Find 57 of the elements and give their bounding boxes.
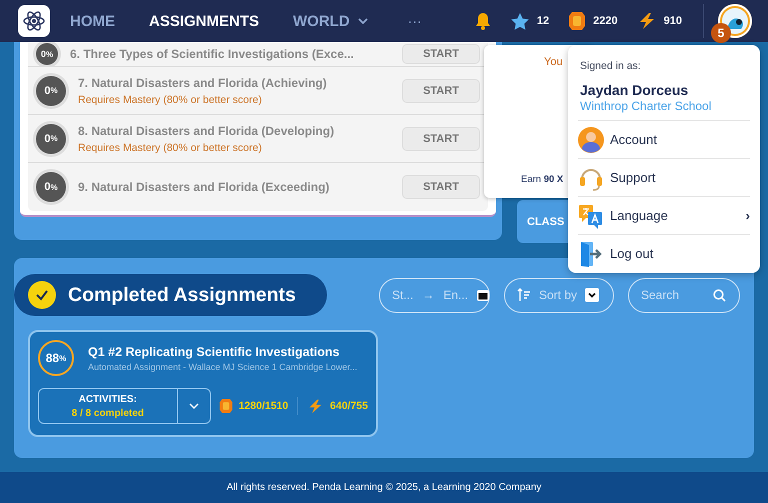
start-button[interactable]: START — [402, 126, 480, 150]
more-menu[interactable]: ··· — [408, 13, 422, 29]
menu-item[interactable]: Log out — [578, 235, 750, 272]
notification-bell-icon[interactable] — [474, 12, 491, 30]
school-name: Winthrop Charter School — [580, 99, 712, 113]
activities-count: 8 / 8 completed — [72, 408, 144, 418]
star-icon — [510, 12, 530, 30]
score-circle: 0% — [36, 43, 58, 65]
assignment-title: 6. Three Types of Scientific Investigations (Exce... — [70, 47, 355, 61]
mastery-note: Requires Mastery (80% or better score) — [78, 94, 263, 106]
popover-text: You — [544, 56, 563, 68]
chevron-down-icon — [188, 403, 199, 409]
stat-value: 2220 — [593, 15, 618, 27]
sort-icon — [517, 288, 531, 302]
nav-tab[interactable]: WORLD — [293, 12, 368, 30]
person-icon — [578, 126, 604, 152]
assignment-title: Q1 #2 Replicating Scientific Investigations — [88, 344, 340, 358]
menu-item[interactable]: Language › — [578, 197, 750, 235]
score-ring: 88% — [38, 340, 74, 376]
mastery-note: Requires Mastery (80% or better score) — [78, 142, 263, 154]
search-field[interactable]: Search — [628, 278, 740, 312]
earn-text: Earn 90 X — [521, 174, 564, 185]
notification-count-badge: 5 — [711, 23, 731, 43]
coin-icon — [568, 11, 586, 31]
caret-icon — [358, 18, 368, 24]
assignment-title: 7. Natural Disasters and Florida (Achieving) — [78, 76, 328, 90]
score-circle: 0% — [36, 76, 66, 106]
coin-icon — [218, 397, 233, 415]
translate-icon — [578, 202, 604, 228]
stat-value: 12 — [536, 15, 550, 27]
score-circle: 0% — [36, 172, 66, 202]
user-name: Jaydan Dorceus — [580, 82, 690, 98]
assignment-subtitle: Automated Assignment - Wallace MJ Science 1 Cambridge Lower... — [88, 362, 358, 372]
calendar-icon — [477, 289, 490, 301]
copyright-text: All rights reserved. Penda Learning © 2025, a Learning 2020 Company — [226, 482, 542, 493]
start-button[interactable]: START — [402, 78, 480, 102]
nav-tab[interactable]: HOME — [70, 12, 115, 30]
atom-logo-icon[interactable] — [18, 5, 50, 37]
section-title: Completed Assignments — [68, 284, 296, 306]
xp-earned: 640/755 — [330, 400, 368, 412]
activities-label: ACTIVITIES: — [78, 394, 137, 404]
coins-earned: 1280/1510 — [238, 400, 288, 412]
nav-tab[interactable]: ASSIGNMENTS — [149, 12, 260, 30]
logout-icon — [578, 240, 604, 266]
submenu-arrow: › — [746, 208, 750, 223]
chevron-down-icon — [585, 288, 600, 302]
start-button[interactable]: START — [402, 175, 480, 199]
check-icon — [28, 281, 56, 309]
stat-value: 910 — [664, 15, 682, 27]
search-icon — [713, 288, 726, 302]
assignment-title: 8. Natural Disasters and Florida (Developing) — [78, 124, 336, 138]
score-circle: 0% — [36, 124, 66, 154]
assignment-title: 9. Natural Disasters and Florida (Exceeding) — [78, 180, 330, 194]
menu-item[interactable]: Support — [578, 159, 750, 197]
menu-item[interactable]: Account — [578, 121, 750, 159]
signed-in-label: Signed in as: — [580, 60, 642, 72]
start-button[interactable]: START — [402, 44, 480, 64]
